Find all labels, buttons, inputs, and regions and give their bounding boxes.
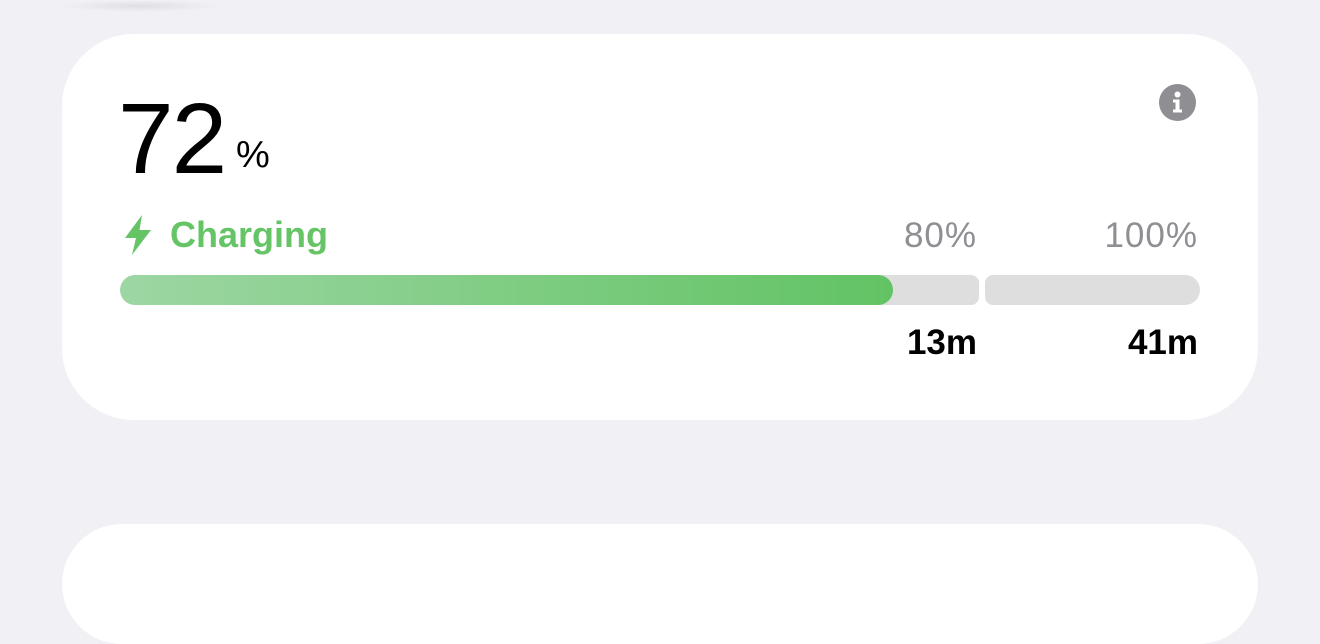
charge-progress-fill [120, 275, 894, 305]
charge-track-to-80 [120, 275, 979, 305]
charge-track-to-100 [985, 275, 1200, 305]
info-icon[interactable] [1159, 84, 1196, 121]
charging-label: Charging [170, 214, 328, 255]
bolt-icon [125, 215, 151, 255]
eta-to-80: 13m [906, 323, 977, 362]
background-shadow [60, 0, 220, 12]
charging-status: Charging [122, 212, 328, 258]
milestone-100-label: 100% [1104, 216, 1198, 255]
eta-to-100: 41m [1127, 323, 1198, 362]
next-card [62, 524, 1258, 644]
milestone-80-label: 80% [903, 216, 977, 255]
battery-percentage-value: 72 [118, 83, 227, 195]
battery-percentage-unit: % [236, 134, 270, 176]
